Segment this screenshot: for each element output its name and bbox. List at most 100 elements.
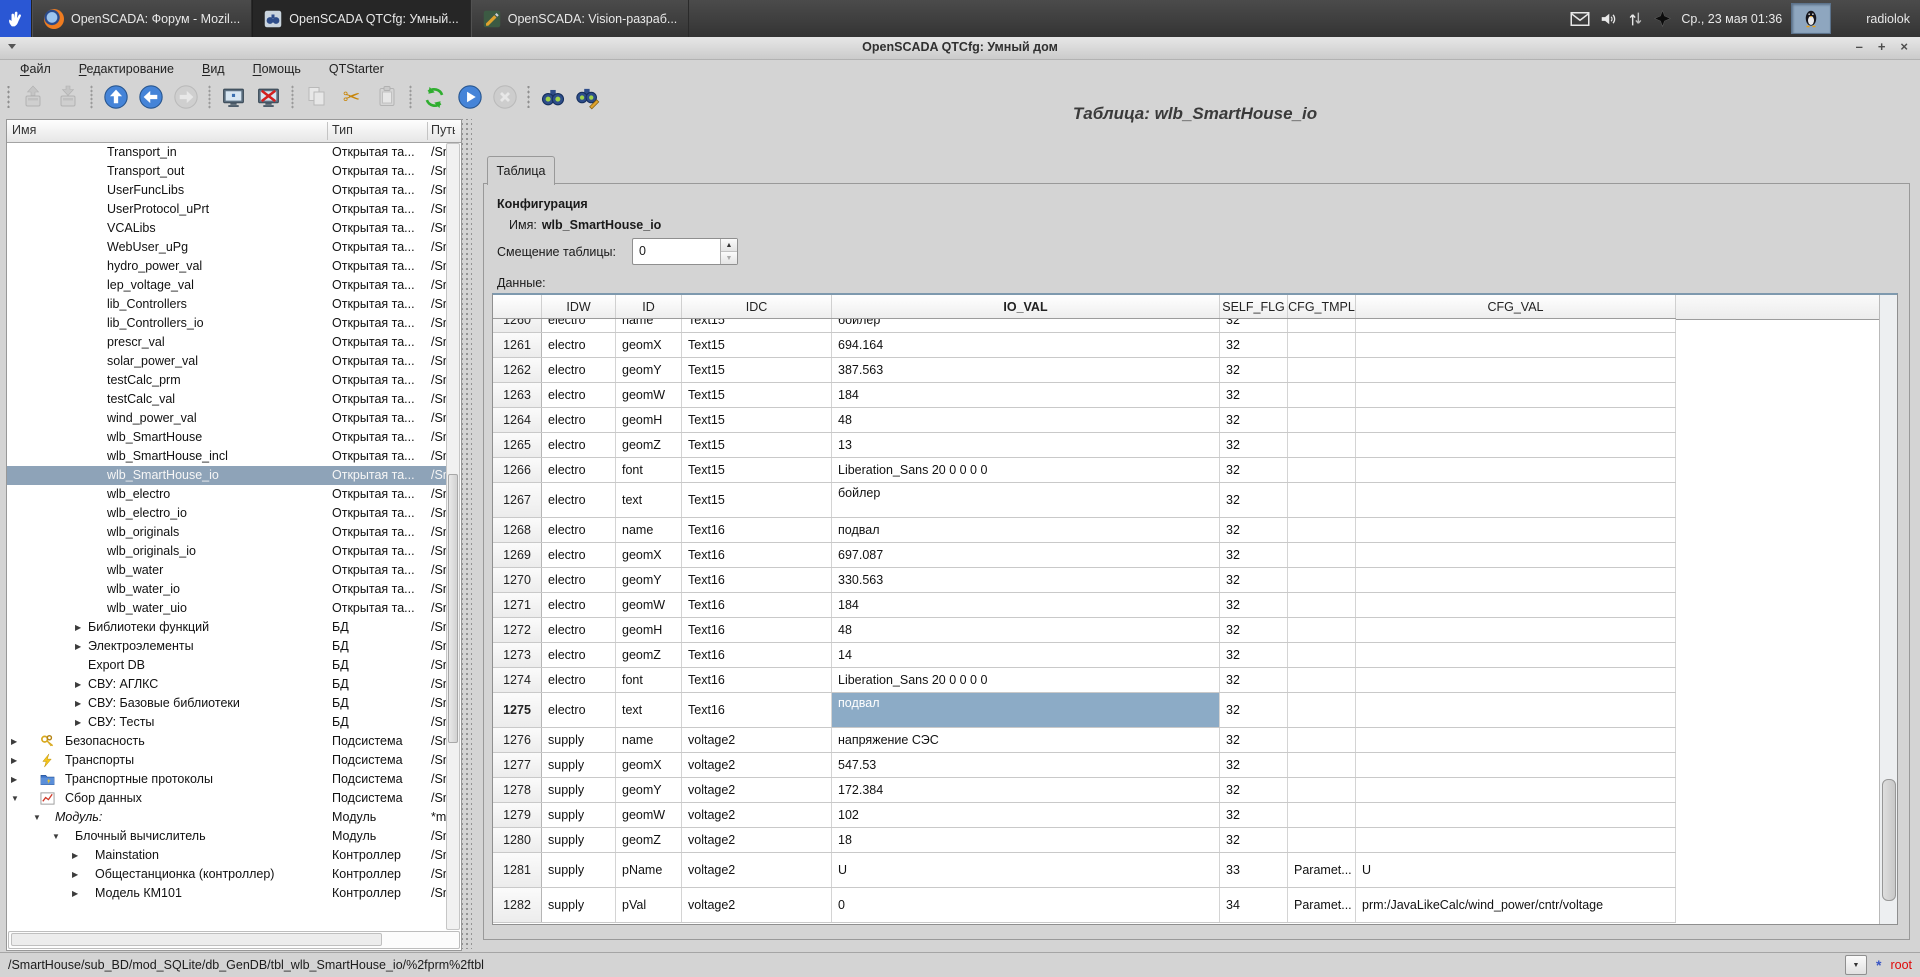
cell-IO_VAL[interactable]: напряжение СЭС [832,728,1220,752]
cell-IO_VAL[interactable]: подвал [832,518,1220,542]
cell-IDW[interactable]: electro [542,458,616,482]
row-header[interactable]: 1266 [493,458,542,482]
column-header-ID[interactable]: ID [616,295,682,318]
cell-ID[interactable]: geomW [616,593,682,617]
cell-IDW[interactable]: electro [542,383,616,407]
cell-IO_VAL[interactable]: 330.563 [832,568,1220,592]
status-dropdown-button[interactable]: ▼ [1845,955,1867,975]
column-header-CFG_VAL[interactable]: CFG_VAL [1356,295,1676,318]
tree-col-separator[interactable] [427,122,428,140]
tree-item-UserFuncLibs[interactable]: UserFuncLibsОткрытая та.../Sm [7,181,447,200]
chevron-down-icon[interactable]: ▼ [11,794,19,803]
tree-vertical-scrollbar[interactable] [446,143,460,930]
tree-col-name[interactable]: Имя [12,123,36,137]
tree-item-lib_Controllers_io[interactable]: lib_Controllers_ioОткрытая та.../Sm [7,314,447,333]
cell-IDW[interactable]: electro [542,568,616,592]
tree-item-_[interactable]: ▶СВУ: Базовые библиотекиБД/Sm [7,694,447,713]
cell-IDC[interactable]: Text16 [682,668,832,692]
tree-item-wlb_water_uio[interactable]: wlb_water_uioОткрытая та.../Sm [7,599,447,618]
cell-ID[interactable]: pName [616,853,682,887]
chevron-right-icon[interactable]: ▶ [11,756,17,765]
cell-CFG_TMPL[interactable] [1288,693,1356,727]
close-button[interactable]: × [1900,40,1908,54]
cell-IO_VAL[interactable]: 697.087 [832,543,1220,567]
cell-IO_VAL[interactable]: бойлер [832,319,1220,332]
workspace-app-icon[interactable] [0,0,32,37]
cell-IDW[interactable]: supply [542,803,616,827]
row-header[interactable]: 1271 [493,593,542,617]
table-offset-spinner[interactable]: 0 ▲ ▼ [632,238,738,265]
cell-IO_VAL[interactable]: 102 [832,803,1220,827]
cell-CFG_VAL[interactable] [1356,803,1676,827]
tree-vertical-scrollbar-thumb[interactable] [448,474,458,743]
cell-SELF_FLG[interactable]: 32 [1220,333,1288,357]
chevron-right-icon[interactable]: ▶ [72,870,78,879]
cell-SELF_FLG[interactable]: 32 [1220,728,1288,752]
spinner-up-icon[interactable]: ▲ [721,239,737,252]
cell-ID[interactable]: pVal [616,888,682,922]
tab-table[interactable]: Таблица [487,156,555,185]
refresh-button[interactable] [421,84,448,111]
cell-IO_VAL[interactable]: 172.384 [832,778,1220,802]
cell-CFG_TMPL[interactable] [1288,828,1356,852]
chevron-right-icon[interactable]: ▶ [72,851,78,860]
cell-IO_VAL[interactable]: 387.563 [832,358,1220,382]
tree-item-wind_power_val[interactable]: wind_power_valОткрытая та.../Sm [7,409,447,428]
cell-ID[interactable]: font [616,668,682,692]
row-header[interactable]: 1261 [493,333,542,357]
tree-item-wlb_SmartHouse_io[interactable]: wlb_SmartHouse_ioОткрытая та.../Sm [7,466,447,485]
row-header[interactable]: 1275 [493,693,542,727]
tree-horizontal-scrollbar[interactable] [8,931,460,949]
chevron-right-icon[interactable]: ▶ [72,889,78,898]
cell-CFG_VAL[interactable] [1356,593,1676,617]
cell-CFG_VAL[interactable] [1356,458,1676,482]
cell-IDC[interactable]: Text16 [682,643,832,667]
tree-item-_[interactable]: ▶Общестанционка (контроллер)Контроллер/S… [7,865,447,884]
cell-CFG_TMPL[interactable] [1288,433,1356,457]
cell-IDC[interactable]: Text15 [682,383,832,407]
tree-item-testCalc_prm[interactable]: testCalc_prmОткрытая та.../Sm [7,371,447,390]
cell-IO_VAL[interactable]: бойлер [832,483,1220,517]
cell-CFG_VAL[interactable] [1356,668,1676,692]
tree-horizontal-scrollbar-thumb[interactable] [11,933,382,946]
cell-IDC[interactable]: Text16 [682,693,832,727]
remove-item-button[interactable] [255,84,282,111]
row-header[interactable]: 1268 [493,518,542,542]
tree-item-Mainstation[interactable]: ▶MainstationКонтроллер/Sm [7,846,447,865]
menu-help[interactable]: Помощь [239,61,315,78]
cell-CFG_VAL[interactable] [1356,518,1676,542]
cell-CFG_TMPL[interactable] [1288,753,1356,777]
column-header-IDC[interactable]: IDC [682,295,832,318]
cell-IDW[interactable]: electro [542,358,616,382]
tree-item-_[interactable]: ▶СВУ: АГЛКСБД/Sm [7,675,447,694]
mail-icon[interactable] [1570,11,1590,27]
cell-SELF_FLG[interactable]: 32 [1220,643,1288,667]
cell-IO_VAL[interactable]: 0 [832,888,1220,922]
cell-ID[interactable]: geomY [616,568,682,592]
cell-IDW[interactable]: electro [542,319,616,332]
chevron-down-icon[interactable]: ▼ [52,832,60,841]
tree-item-_[interactable]: ▶БезопасностьПодсистема/Sm [7,732,447,751]
cell-CFG_VAL[interactable] [1356,358,1676,382]
cell-ID[interactable]: geomX [616,333,682,357]
cell-IDW[interactable]: electro [542,693,616,727]
cell-CFG_TMPL[interactable] [1288,728,1356,752]
tree-item-testCalc_val[interactable]: testCalc_valОткрытая та.../Sm [7,390,447,409]
cell-IDC[interactable]: Text16 [682,518,832,542]
cell-CFG_VAL[interactable] [1356,543,1676,567]
table-vertical-scrollbar-thumb[interactable] [1882,779,1896,901]
cell-IDW[interactable]: supply [542,728,616,752]
cell-SELF_FLG[interactable]: 32 [1220,383,1288,407]
chevron-right-icon[interactable]: ▶ [11,737,17,746]
tree-item-wlb_SmartHouse[interactable]: wlb_SmartHouseОткрытая та.../Sm [7,428,447,447]
cell-CFG_VAL[interactable]: U [1356,853,1676,887]
cell-SELF_FLG[interactable]: 32 [1220,778,1288,802]
cell-IO_VAL[interactable]: 184 [832,383,1220,407]
cell-SELF_FLG[interactable]: 34 [1220,888,1288,922]
cell-IDW[interactable]: supply [542,828,616,852]
spinner-down-icon[interactable]: ▼ [721,252,737,264]
cell-CFG_TMPL[interactable] [1288,383,1356,407]
cell-SELF_FLG[interactable]: 32 [1220,668,1288,692]
taskbar-task-1[interactable]: OpenSCADA QTCfg: Умный... [252,0,470,37]
row-header[interactable]: 1276 [493,728,542,752]
